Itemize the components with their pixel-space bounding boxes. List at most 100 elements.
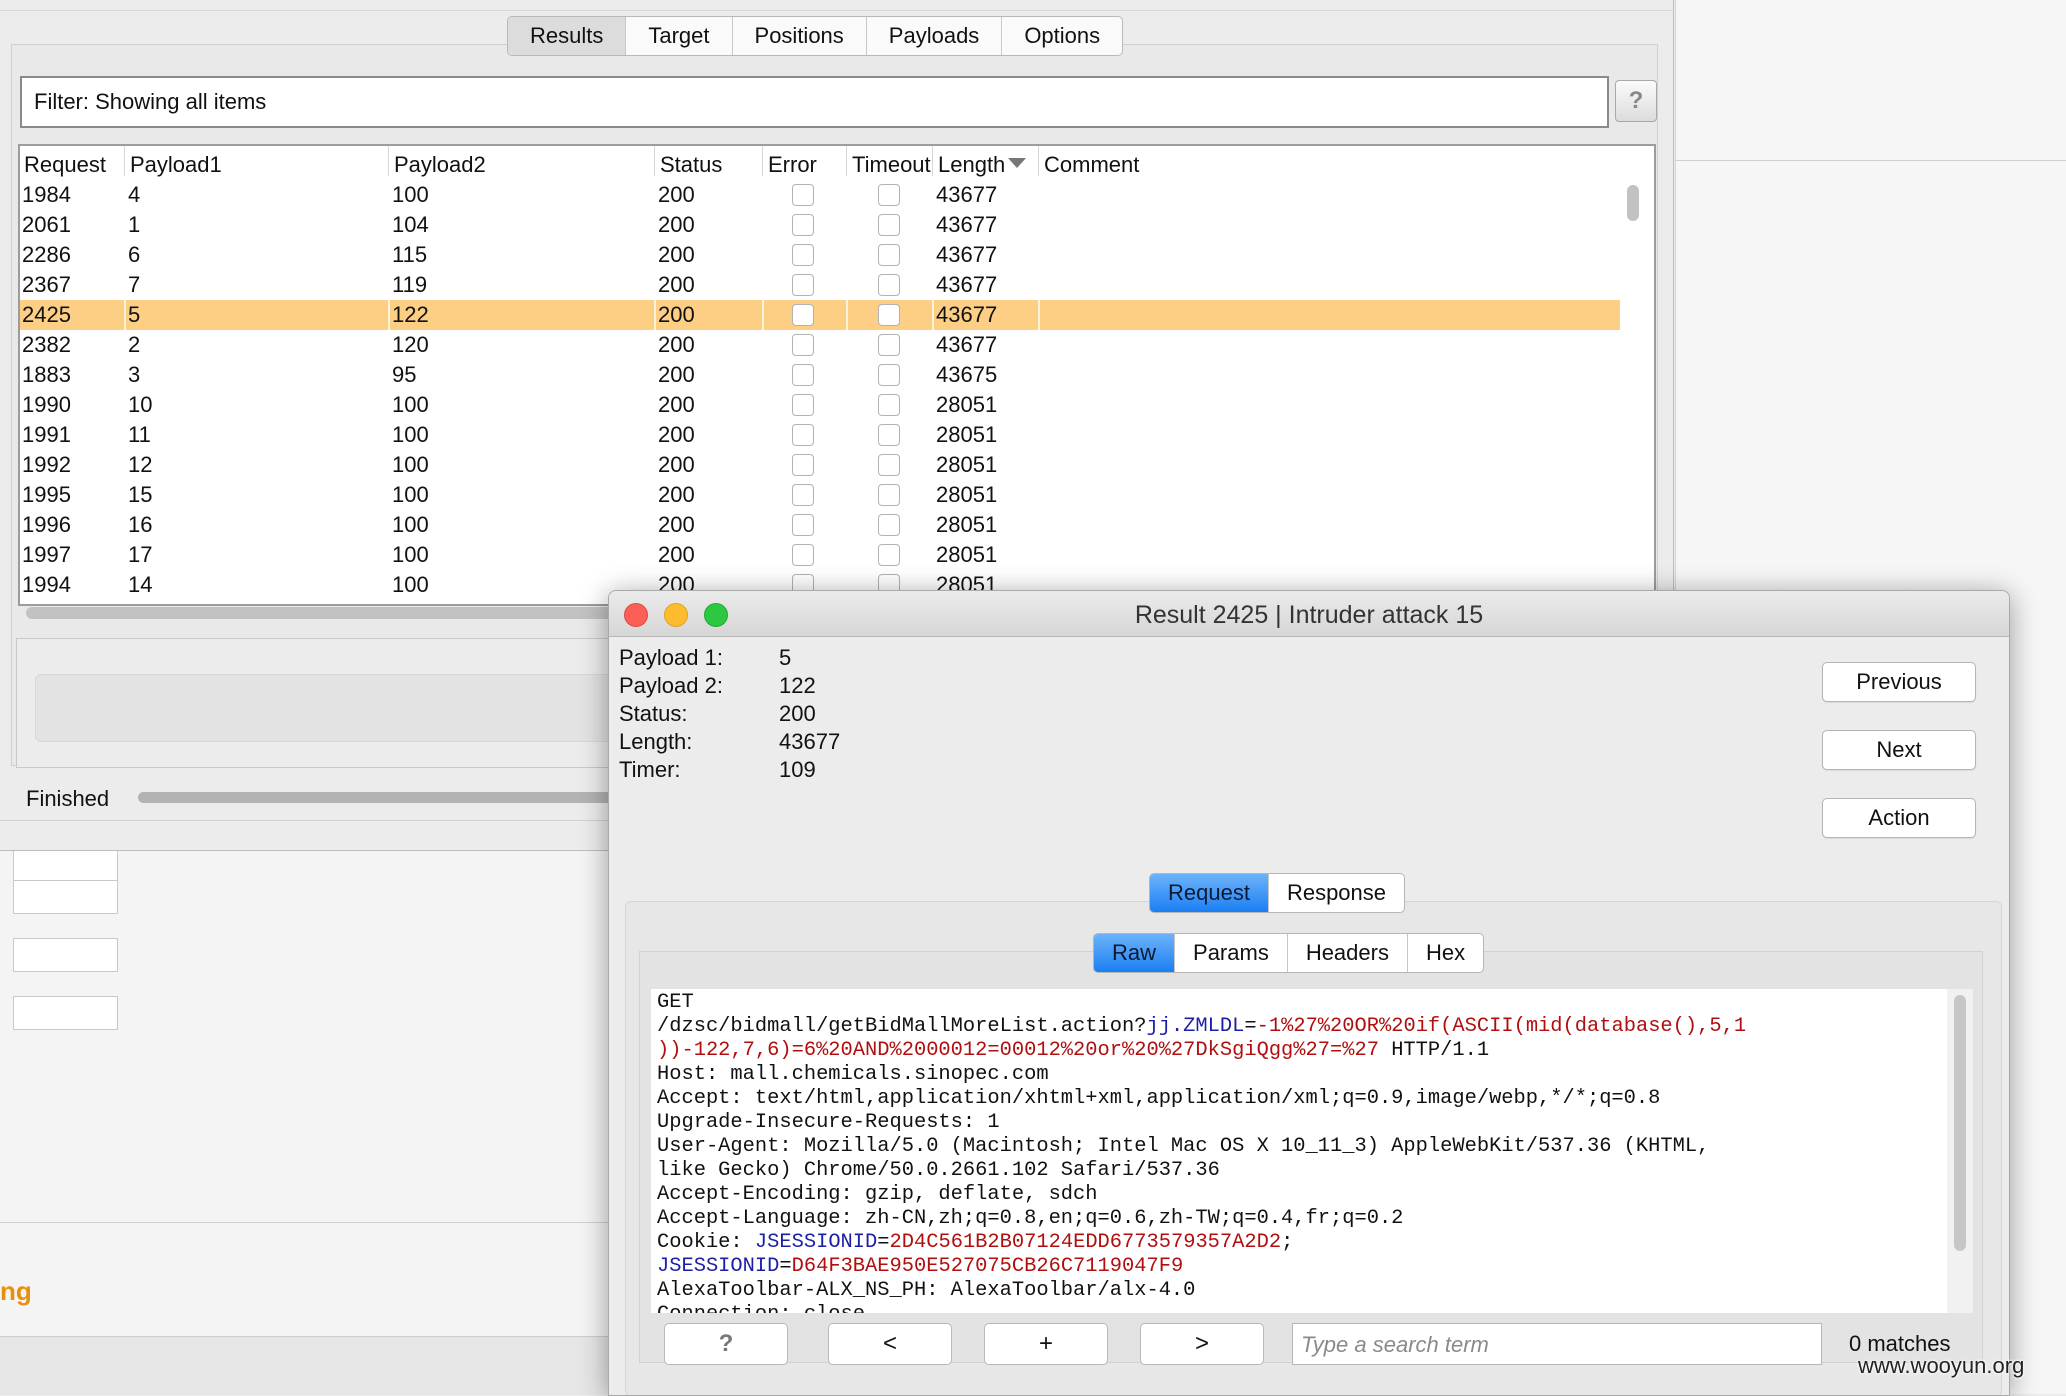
request-text: like Gecko) Chrome/50.0.2661.102 Safari/…	[657, 1159, 1220, 1182]
tab-payloads[interactable]: Payloads	[867, 17, 1003, 55]
table-row[interactable]: 1995 15 100 200 28051	[20, 480, 1620, 510]
column-header-status[interactable]: Status	[660, 152, 722, 178]
table-row[interactable]: 2425 5 122 200 43677	[20, 300, 1620, 330]
error-checkbox[interactable]	[792, 364, 814, 386]
filter-bar[interactable]: Filter: Showing all items	[20, 76, 1609, 128]
cell-payload1: 10	[128, 392, 153, 417]
table-row[interactable]: 1992 12 100 200 28051	[20, 450, 1620, 480]
column-header-request[interactable]: Request	[24, 152, 106, 178]
cell-status: 200	[658, 302, 695, 327]
cell-request: 1992	[22, 452, 71, 477]
sort-descending-icon[interactable]	[1008, 158, 1026, 168]
table-row[interactable]: 2382 2 120 200 43677	[20, 330, 1620, 360]
table-horizontal-scrollbar[interactable]	[26, 607, 626, 619]
table-row[interactable]: 1984 4 100 200 43677	[20, 180, 1620, 210]
tab-target[interactable]: Target	[626, 17, 733, 55]
request-text: =	[877, 1231, 890, 1254]
error-checkbox[interactable]	[792, 454, 814, 476]
error-checkbox[interactable]	[792, 184, 814, 206]
column-header-error[interactable]: Error	[768, 152, 817, 178]
tab-request[interactable]: Request	[1150, 874, 1269, 912]
error-checkbox[interactable]	[792, 274, 814, 296]
timeout-checkbox[interactable]	[878, 544, 900, 566]
cell-status: 200	[658, 332, 695, 357]
column-header-length[interactable]: Length	[938, 152, 1005, 178]
search-add-button[interactable]: +	[984, 1323, 1108, 1365]
timeout-checkbox[interactable]	[878, 514, 900, 536]
column-divider	[654, 146, 655, 176]
error-checkbox[interactable]	[792, 514, 814, 536]
timeout-checkbox[interactable]	[878, 394, 900, 416]
table-row[interactable]: 1996 16 100 200 28051	[20, 510, 1620, 540]
timeout-checkbox[interactable]	[878, 304, 900, 326]
timeout-checkbox[interactable]	[878, 214, 900, 236]
param-value: 2D4C561B2B07124EDD6773579357A2D2	[889, 1231, 1282, 1254]
table-row[interactable]: 1997 17 100 200 28051	[20, 540, 1620, 570]
cell-request: 1996	[22, 512, 71, 537]
background-field[interactable]	[13, 880, 118, 914]
search-help-button[interactable]: ?	[664, 1323, 788, 1365]
timeout-checkbox[interactable]	[878, 184, 900, 206]
tab-options[interactable]: Options	[1002, 17, 1122, 55]
search-next-button[interactable]: >	[1140, 1323, 1264, 1365]
cell-divider	[932, 300, 934, 330]
error-checkbox[interactable]	[792, 544, 814, 566]
timeout-checkbox[interactable]	[878, 364, 900, 386]
action-button[interactable]: Action	[1822, 798, 1976, 838]
dialog-titlebar[interactable]: Result 2425 | Intruder attack 15	[609, 591, 2009, 637]
tab-params[interactable]: Params	[1175, 934, 1288, 972]
table-vertical-scrollbar[interactable]	[1627, 185, 1639, 221]
param-name: JSESSIONID	[657, 1255, 780, 1278]
previous-button[interactable]: Previous	[1822, 662, 1976, 702]
timeout-checkbox[interactable]	[878, 274, 900, 296]
tab-results[interactable]: Results	[508, 17, 627, 55]
tab-positions[interactable]: Positions	[733, 17, 867, 55]
column-header-comment[interactable]: Comment	[1044, 152, 1139, 178]
error-checkbox[interactable]	[792, 244, 814, 266]
table-row[interactable]: 1990 10 100 200 28051	[20, 390, 1620, 420]
timeout-checkbox[interactable]	[878, 484, 900, 506]
raw-request-editor[interactable]: GET/dzsc/bidmall/getBidMallMoreList.acti…	[651, 989, 1951, 1313]
timeout-checkbox[interactable]	[878, 244, 900, 266]
request-text: =	[779, 1255, 792, 1278]
table-row[interactable]: 1883 3 95 200 43675	[20, 360, 1620, 390]
timeout-checkbox[interactable]	[878, 454, 900, 476]
column-header-timeout[interactable]: Timeout	[852, 152, 931, 178]
search-previous-button[interactable]: <	[828, 1323, 952, 1365]
cell-payload2: 100	[392, 482, 429, 507]
table-row[interactable]: 2061 1 104 200 43677	[20, 210, 1620, 240]
dialog-title: Result 2425 | Intruder attack 15	[1134, 601, 1484, 629]
request-text: GET	[657, 991, 694, 1014]
tab-hex[interactable]: Hex	[1408, 934, 1483, 972]
cell-request: 2061	[22, 212, 71, 237]
background-field[interactable]	[13, 996, 118, 1030]
search-input[interactable]	[1299, 1326, 1813, 1364]
tab-raw[interactable]: Raw	[1094, 934, 1176, 972]
column-header-payload1[interactable]: Payload1	[130, 152, 222, 178]
error-checkbox[interactable]	[792, 304, 814, 326]
timeout-checkbox[interactable]	[878, 334, 900, 356]
background-field[interactable]	[13, 938, 118, 972]
error-checkbox[interactable]	[792, 424, 814, 446]
error-checkbox[interactable]	[792, 214, 814, 236]
table-row[interactable]: 1991 11 100 200 28051	[20, 420, 1620, 450]
search-field[interactable]	[1292, 1323, 1822, 1365]
table-row[interactable]: 2286 6 115 200 43677	[20, 240, 1620, 270]
error-checkbox[interactable]	[792, 334, 814, 356]
cell-request: 2425	[22, 302, 71, 327]
request-text: HTTP/1.1	[1378, 1039, 1490, 1062]
error-checkbox[interactable]	[792, 394, 814, 416]
cell-length: 28051	[936, 542, 998, 567]
next-button[interactable]: Next	[1822, 730, 1976, 770]
tab-headers[interactable]: Headers	[1288, 934, 1408, 972]
tab-response[interactable]: Response	[1269, 874, 1404, 912]
timeout-checkbox[interactable]	[878, 424, 900, 446]
column-header-payload2[interactable]: Payload2	[394, 152, 486, 178]
error-checkbox[interactable]	[792, 484, 814, 506]
request-line: Cookie: JSESSIONID=2D4C561B2B07124EDD677…	[657, 1231, 1945, 1255]
request-line: Accept-Language: zh-CN,zh;q=0.8,en;q=0.6…	[657, 1207, 1945, 1231]
background-field[interactable]	[13, 850, 118, 884]
editor-scrollbar-thumb[interactable]	[1954, 995, 1966, 1251]
filter-help-button[interactable]: ?	[1615, 80, 1657, 122]
table-row[interactable]: 2367 7 119 200 43677	[20, 270, 1620, 300]
